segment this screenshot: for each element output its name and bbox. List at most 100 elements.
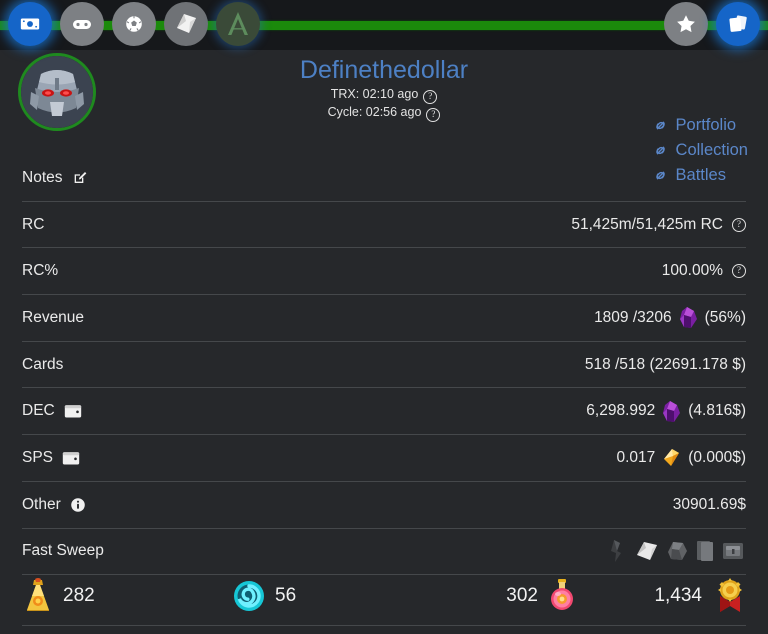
table-row[interactable]: DEC 6,298.992 (4.816$) (22, 388, 746, 435)
robot-avatar-image (21, 56, 93, 128)
row-value-rc-percent: 100.00% ? (662, 262, 746, 280)
sweep-item-chest-icon[interactable] (720, 538, 746, 564)
sweep-item-scroll-icon[interactable] (634, 538, 660, 564)
row-label-rc: RC (22, 216, 44, 234)
row-value-sps: 0.017 (0.000$) (616, 447, 746, 468)
gold-medal-icon (714, 576, 746, 616)
nav-sports-button[interactable] (112, 2, 156, 46)
nav-cards-button[interactable] (716, 2, 760, 46)
notes-label: Notes (22, 169, 63, 187)
trx-timestamp: TRX: 02:10 ago (331, 87, 419, 101)
gold-potion-icon (22, 577, 54, 615)
rc-label: RC (22, 216, 44, 234)
sweep-item-card-icon[interactable] (694, 538, 716, 564)
table-row[interactable]: Other 30901.69$ (22, 482, 746, 529)
top-nav-left-group (8, 2, 260, 46)
cycle-timestamp: Cycle: 02:56 ago (328, 105, 422, 119)
nav-games-button[interactable] (60, 2, 104, 46)
info-icon[interactable] (70, 497, 86, 513)
row-label-revenue: Revenue (22, 309, 84, 327)
teal-swirl-icon (232, 579, 266, 613)
revenue-value: 1809 /3206 (594, 309, 672, 327)
soccer-ball-icon (123, 13, 145, 35)
rc-percent-value: 100.00% (662, 262, 723, 280)
row-label-sps: SPS (22, 449, 80, 467)
edit-pencil-icon[interactable] (72, 170, 88, 186)
stat-alchemy-potion-value: 302 (506, 585, 538, 607)
rc-help-icon[interactable]: ? (732, 218, 746, 232)
avatar[interactable] (18, 53, 96, 131)
link-portfolio[interactable]: Portfolio (652, 114, 737, 137)
star-icon (674, 12, 698, 36)
other-value: 30901.69$ (673, 496, 746, 514)
rc-value: 51,425m/51,425m RC (571, 216, 723, 234)
money-icon (19, 13, 41, 35)
row-value-cards: 518 /518 (22691.178 $) (585, 356, 746, 374)
top-navigation-bar (0, 0, 768, 50)
fast-sweep-label: Fast Sweep (22, 542, 104, 560)
stat-legendary-potion[interactable]: 56 (232, 579, 417, 613)
revenue-label: Revenue (22, 309, 84, 327)
page-title[interactable]: Definethedollar (300, 54, 468, 86)
row-value-dec: 6,298.992 (4.816$) (586, 400, 746, 423)
profile-header: Definethedollar TRX: 02:10 ago? Cycle: 0… (0, 50, 768, 155)
top-nav-right-group (664, 2, 760, 46)
table-row[interactable]: RC% 100.00% ? (22, 248, 746, 295)
sweep-item-shard-icon[interactable] (606, 538, 630, 564)
rc-percent-help-icon[interactable]: ? (732, 264, 746, 278)
table-row[interactable]: Cards 518 /518 (22691.178 $) (22, 342, 746, 389)
wallet-icon[interactable] (64, 403, 82, 419)
dec-crystal-icon (661, 400, 682, 423)
sps-value: 0.017 (616, 449, 655, 467)
stat-alchemy-potion[interactable]: 302 (417, 577, 577, 615)
row-value-revenue: 1809 /3206 (56%) (594, 306, 746, 329)
nav-money-button[interactable] (8, 2, 52, 46)
cards-value: 518 /518 (22691.178 $) (585, 356, 746, 374)
title-block: Definethedollar TRX: 02:10 ago? Cycle: 0… (0, 50, 768, 122)
row-value-rc: 51,425m/51,425m RC ? (571, 216, 746, 234)
table-row[interactable]: Revenue 1809 /3206 (56%) (22, 295, 746, 342)
pink-potion-icon (547, 577, 577, 615)
stat-glint-medal[interactable]: 1,434 (577, 576, 746, 616)
row-label-notes: Notes (22, 169, 88, 187)
row-value-fast-sweep (606, 538, 746, 564)
table-row[interactable]: RC 51,425m/51,425m RC ? (22, 202, 746, 249)
alpha-logo-icon (221, 7, 255, 41)
revenue-percent: (56%) (705, 309, 746, 327)
nav-packs-button[interactable] (164, 2, 208, 46)
stat-legendary-potion-value: 56 (275, 585, 296, 607)
link-portfolio-label: Portfolio (676, 114, 737, 137)
table-row[interactable]: SPS 0.017 (0.000$) (22, 435, 746, 482)
sps-label: SPS (22, 449, 53, 467)
dec-usd-value: (4.816$) (688, 402, 746, 420)
trx-help-icon[interactable]: ? (423, 90, 437, 104)
stats-table: Notes RC 51,425m/51,425m RC ? RC% 100.00… (22, 155, 746, 575)
cycle-help-icon[interactable]: ? (426, 108, 440, 122)
sps-shard-icon (661, 447, 682, 468)
rc-percent-label: RC% (22, 262, 58, 280)
nav-alpha-logo-button[interactable] (216, 2, 260, 46)
sps-usd-value: (0.000$) (688, 449, 746, 467)
dec-crystal-icon (678, 306, 699, 329)
sweep-item-rock-icon[interactable] (664, 538, 690, 564)
cards-pack-icon (172, 10, 200, 38)
card-stack-icon (725, 11, 751, 37)
stat-gold-potion-value: 282 (63, 585, 95, 607)
nav-favorites-button[interactable] (664, 2, 708, 46)
row-label-other: Other (22, 496, 86, 514)
wallet-icon[interactable] (62, 450, 80, 466)
row-label-fast-sweep: Fast Sweep (22, 542, 104, 560)
other-label: Other (22, 496, 61, 514)
resource-bottom-bar: 282 56 302 1,434 (22, 567, 746, 626)
table-row[interactable]: Notes (22, 155, 746, 202)
stat-glint-medal-value: 1,434 (654, 585, 702, 607)
stat-gold-potion[interactable]: 282 (22, 577, 232, 615)
row-label-cards: Cards (22, 356, 63, 374)
dec-value: 6,298.992 (586, 402, 655, 420)
trx-timestamp-row: TRX: 02:10 ago? (0, 86, 768, 104)
row-label-dec: DEC (22, 402, 82, 420)
gamepad-icon (70, 12, 94, 36)
cards-label: Cards (22, 356, 63, 374)
link-chain-icon (652, 117, 669, 134)
row-label-rc-percent: RC% (22, 262, 58, 280)
